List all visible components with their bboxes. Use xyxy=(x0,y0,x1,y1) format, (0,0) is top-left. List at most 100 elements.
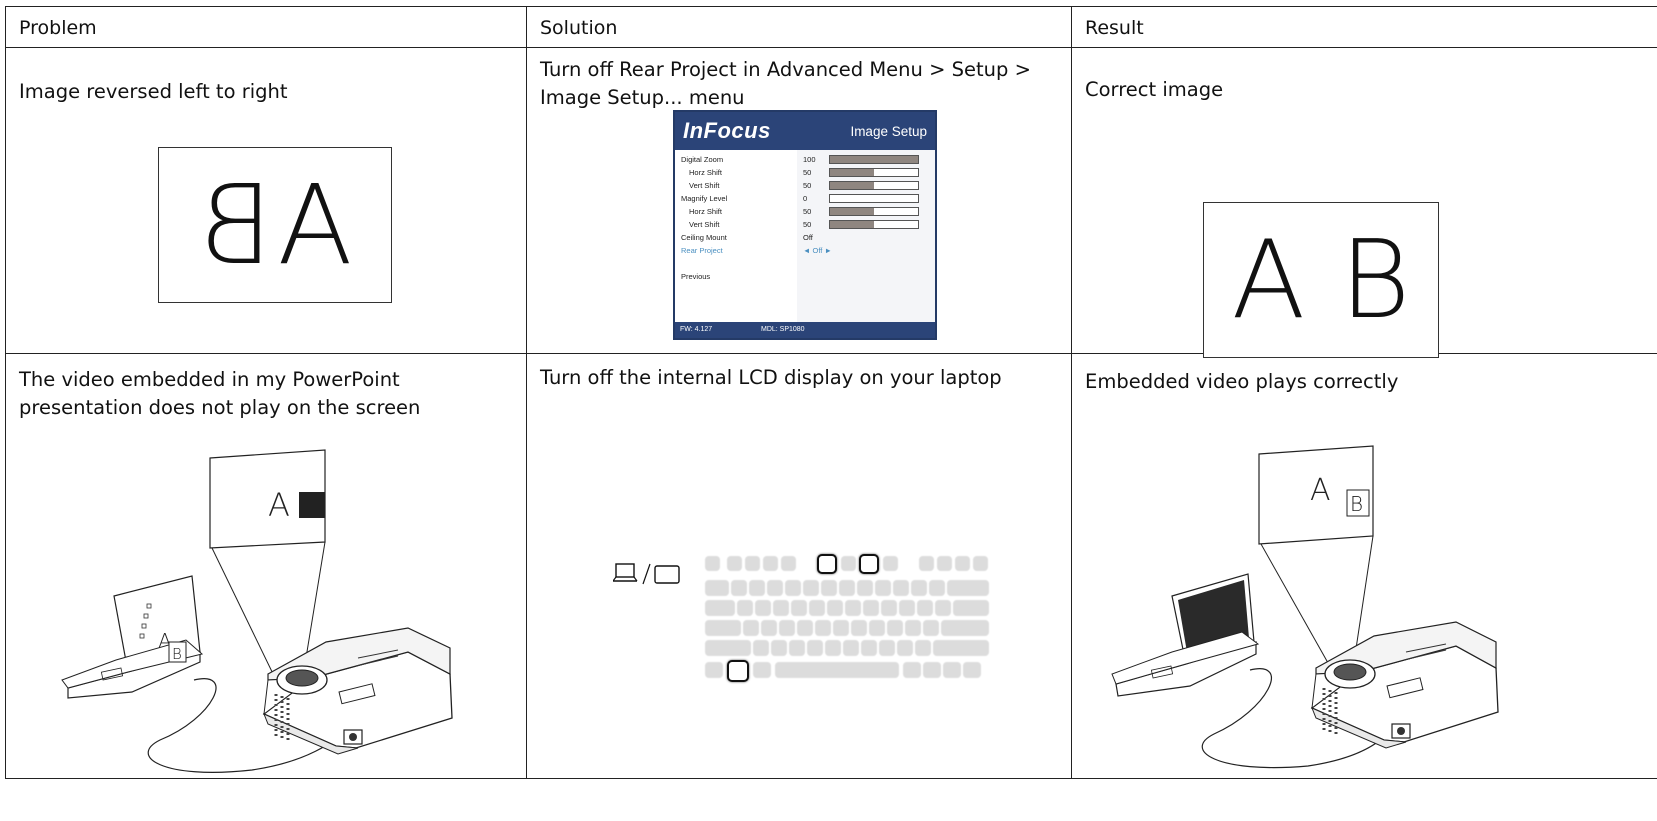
problem-text: The video embedded in my PowerPoint pres… xyxy=(19,368,421,419)
keyboard-key xyxy=(803,580,819,596)
keyboard-key xyxy=(933,640,989,656)
result-text: Correct image xyxy=(1085,78,1224,101)
keyboard-key xyxy=(943,662,961,678)
header-problem-cell: Problem xyxy=(5,6,527,48)
keyboard-key xyxy=(845,600,861,616)
keyboard-key xyxy=(807,640,823,656)
keyboard-key xyxy=(917,600,933,616)
keyboard-key xyxy=(755,600,771,616)
keyboard-key xyxy=(753,640,769,656)
infocus-logo: InFocus xyxy=(683,118,771,143)
osd-header: InFocus Image Setup xyxy=(675,112,935,150)
keyboard-key xyxy=(923,662,941,678)
keyboard-key xyxy=(785,580,801,596)
reversed-image-text: AB xyxy=(197,161,353,289)
keyboard-key xyxy=(875,580,891,596)
header-solution: Solution xyxy=(540,17,618,39)
osd-item-vert-shift: Vert Shift xyxy=(689,181,720,190)
osd-item-digital-zoom: Digital Zoom xyxy=(681,155,724,164)
keyboard-key xyxy=(899,600,915,616)
osd-value: 100 xyxy=(803,155,816,164)
osd-footer: FW: 4.127 MDL: SP1080 xyxy=(675,322,935,338)
problem-cell: Image reversed left to right AB xyxy=(5,47,527,354)
keyboard-key xyxy=(869,620,885,636)
osd-value-rear-project: ◄ Off ► xyxy=(803,246,832,255)
osd-slider xyxy=(829,220,919,229)
keyboard-key xyxy=(705,620,741,636)
keyboard-key xyxy=(771,640,787,656)
keyboard-key xyxy=(923,620,939,636)
keyboard-key xyxy=(825,640,841,656)
projected-letter-a: A xyxy=(1310,473,1331,508)
keyboard-key xyxy=(857,580,873,596)
osd-item-rear-project: Rear Project xyxy=(681,246,723,255)
keyboard-key xyxy=(815,620,831,636)
keyboard-key xyxy=(879,640,895,656)
keyboard-key xyxy=(947,580,989,596)
keyboard-key xyxy=(773,600,789,616)
correct-image-illustration: A B xyxy=(1203,202,1439,358)
projected-letter-a: A xyxy=(268,486,290,524)
osd-items-column: Digital Zoom Horz Shift Vert Shift Magni… xyxy=(675,150,798,322)
solution-text: Turn off the internal LCD display on you… xyxy=(540,366,1002,389)
keyboard-key xyxy=(905,620,921,636)
osd-slider xyxy=(829,194,919,203)
result-cell: Correct image A B xyxy=(1071,47,1657,358)
correct-image-text: A B xyxy=(1231,217,1411,343)
keyboard-key xyxy=(887,620,903,636)
solution-cell: Turn off the internal LCD display on you… xyxy=(526,353,1072,779)
keyboard-key xyxy=(897,640,913,656)
osd-value: 0 xyxy=(803,194,808,203)
osd-value: 50 xyxy=(803,168,812,177)
keyboard-key xyxy=(935,600,951,616)
keyboard-key xyxy=(809,600,825,616)
projector-laptop-illustration: A B xyxy=(1111,445,1499,769)
laptop xyxy=(1111,573,1260,697)
osd-value: 50 xyxy=(803,181,812,190)
keyboard-key xyxy=(843,640,859,656)
keyboard-key xyxy=(863,600,879,616)
osd-values-column: 100 50 50 0 50 50 Off ◄ Off ► xyxy=(797,150,935,322)
keyboard-key xyxy=(705,640,751,656)
osd-item-ceiling-mount: Ceiling Mount xyxy=(681,233,727,242)
keyboard-key xyxy=(839,580,855,596)
table-row: Image reversed left to right AB Turn off… xyxy=(5,47,1657,358)
keyboard-key xyxy=(761,620,777,636)
osd-title: Image Setup xyxy=(850,124,927,139)
header-solution-cell: Solution xyxy=(526,6,1072,48)
keyboard-key xyxy=(941,620,989,636)
osd-value: 50 xyxy=(803,207,812,216)
keyboard-key xyxy=(915,640,931,656)
keyboard-key xyxy=(911,580,927,596)
laptop: A B xyxy=(61,575,204,699)
keyboard-key xyxy=(743,620,759,636)
troubleshooting-table: Problem Solution Result Image reversed l… xyxy=(5,6,1657,779)
keyboard-key xyxy=(821,580,837,596)
osd-item-horz-shift: Horz Shift xyxy=(689,168,722,177)
keyboard-icon xyxy=(705,554,990,684)
result-text: Embedded video plays correctly xyxy=(1085,370,1399,393)
header-result: Result xyxy=(1085,17,1144,39)
keyboard-key xyxy=(851,620,867,636)
keyboard-key xyxy=(705,580,729,596)
header-row: Problem Solution Result xyxy=(5,6,1657,48)
table-row: The video embedded in my PowerPoint pres… xyxy=(5,353,1657,779)
osd-item-vert-shift-2: Vert Shift xyxy=(689,220,720,229)
keyboard-key xyxy=(963,662,981,678)
osd-slider xyxy=(829,155,919,164)
keyboard-key xyxy=(705,662,723,678)
keyboard-key xyxy=(861,640,877,656)
keyboard-key xyxy=(705,600,735,616)
projected-letter-b: B xyxy=(1350,492,1363,516)
osd-item-previous: Previous xyxy=(681,272,711,281)
osd-firmware: FW: 4.127 xyxy=(680,326,713,333)
keyboard-key xyxy=(833,620,849,636)
keyboard-key xyxy=(827,600,843,616)
projector-laptop-illustration: A A B xyxy=(61,449,453,773)
reversed-image-illustration: AB xyxy=(158,147,392,303)
keyboard-key xyxy=(953,600,989,616)
keyboard-key xyxy=(775,662,899,678)
laptop-monitor-icon xyxy=(613,563,680,585)
keyboard-key xyxy=(797,620,813,636)
highlighted-key-icon xyxy=(859,554,879,574)
